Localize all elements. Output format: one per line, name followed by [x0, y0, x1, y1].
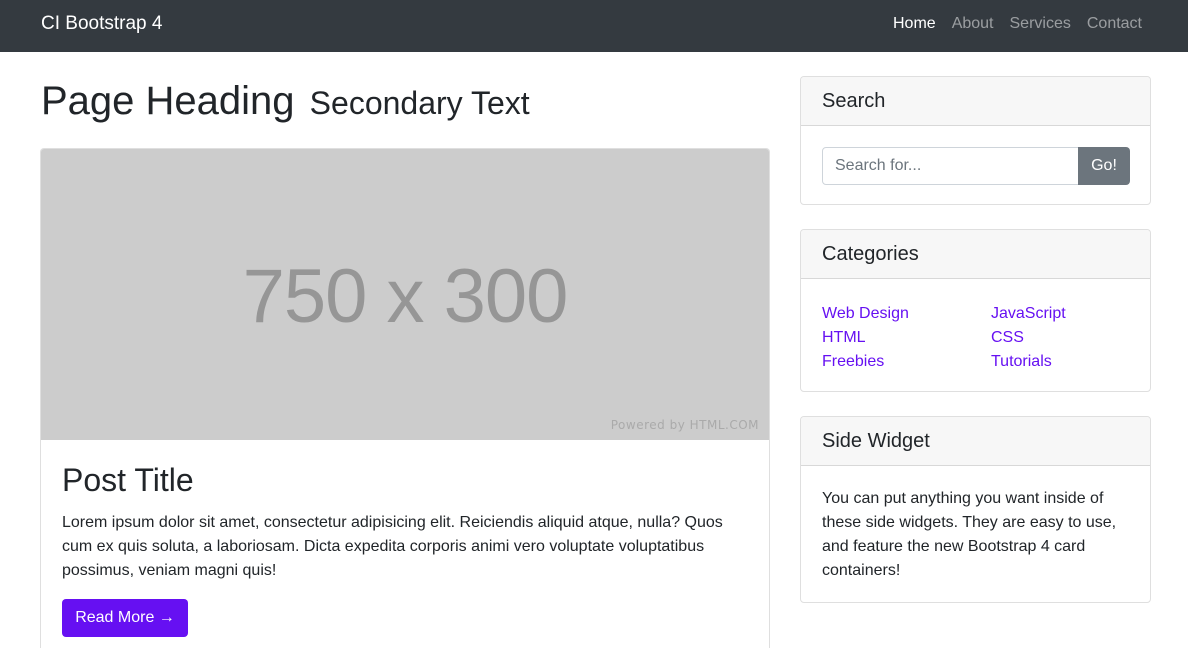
search-card: Search Go!	[800, 76, 1151, 205]
categories-left-list: Web Design HTML Freebies	[822, 302, 909, 374]
nav-link-services[interactable]: Services	[1010, 14, 1071, 34]
categories-card: Categories Web Design HTML Freebies Java…	[800, 229, 1151, 392]
read-more-button[interactable]: Read More →	[62, 599, 188, 637]
search-go-button[interactable]: Go!	[1078, 147, 1130, 185]
side-widget-text: You can put anything you want inside of …	[822, 490, 1117, 579]
post-title: Post Title	[62, 462, 194, 498]
navbar: CI Bootstrap 4 Home About Services Conta…	[0, 0, 1188, 52]
page-secondary-text: Secondary Text	[309, 85, 530, 121]
side-widget-title: Side Widget	[801, 417, 1150, 466]
category-link-css[interactable]: CSS	[991, 326, 1066, 350]
search-input[interactable]	[822, 147, 1079, 185]
page-heading: Page Heading Secondary Text	[41, 78, 530, 126]
post-image-size-text: 750 x 300	[242, 254, 569, 339]
categories-right-list: JavaScript CSS Tutorials	[991, 302, 1066, 374]
nav-link-home[interactable]: Home	[893, 14, 936, 34]
post-image-credit: Powered by HTML.COM	[610, 418, 759, 432]
category-link-freebies[interactable]: Freebies	[822, 350, 909, 374]
side-widget-card: Side Widget You can put anything you wan…	[800, 416, 1151, 603]
category-link-html[interactable]: HTML	[822, 326, 909, 350]
nav-link-about[interactable]: About	[952, 14, 994, 34]
category-link-tutorials[interactable]: Tutorials	[991, 350, 1066, 374]
categories-card-title: Categories	[801, 230, 1150, 279]
navbar-brand[interactable]: CI Bootstrap 4	[41, 13, 162, 35]
category-link-web-design[interactable]: Web Design	[822, 302, 909, 326]
category-link-javascript[interactable]: JavaScript	[991, 302, 1066, 326]
post-image: 750 x 300 Powered by HTML.COM	[41, 149, 769, 440]
post-card: 750 x 300 Powered by HTML.COM Post Title…	[40, 148, 770, 648]
nav-link-contact[interactable]: Contact	[1087, 14, 1142, 34]
post-text: Lorem ipsum dolor sit amet, consectetur …	[62, 514, 723, 579]
search-card-title: Search	[801, 77, 1150, 126]
page-title: Page Heading	[41, 79, 295, 123]
navbar-links: Home About Services Contact	[877, 14, 1142, 34]
